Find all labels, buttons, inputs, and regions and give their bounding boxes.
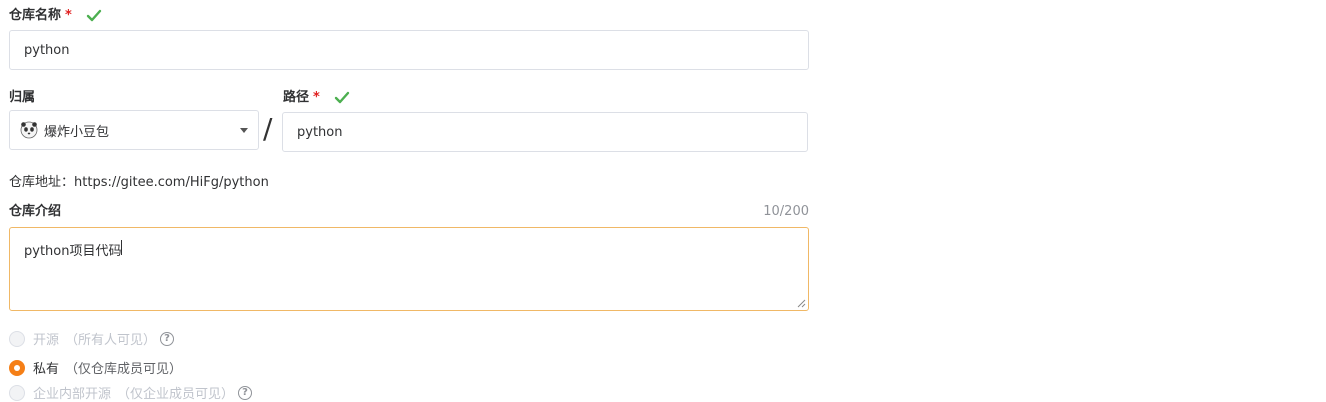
owner-value: 爆炸小豆包 — [44, 124, 110, 140]
option-note: （所有人可见） — [65, 333, 157, 348]
repo-name-label: 仓库名称 — [9, 8, 62, 23]
path-label-row: 路径 * — [283, 90, 350, 106]
option-label: 私有 — [33, 362, 60, 377]
radio-button-selected[interactable] — [9, 359, 25, 376]
help-icon[interactable]: ? — [238, 385, 253, 400]
path-value: python — [297, 124, 343, 140]
option-label: 开源 — [33, 333, 60, 348]
path-label: 路径 — [283, 90, 310, 105]
repo-address-label: 仓库地址： — [9, 175, 75, 190]
chevron-down-icon — [240, 128, 248, 133]
option-note: （仅企业成员可见） — [117, 387, 235, 402]
repo-name-label-row: 仓库名称 * — [9, 8, 102, 24]
path-separator: / — [263, 112, 273, 145]
option-note: （仅仓库成员可见） — [65, 362, 183, 377]
repo-name-input[interactable]: python — [9, 30, 809, 70]
description-label: 仓库介绍 — [9, 204, 62, 219]
repo-address-url: https://gitee.com/HiFg/python — [74, 175, 269, 190]
visibility-option-internal[interactable]: 企业内部开源 （仅企业成员可见） ? — [9, 383, 253, 402]
valid-check-icon — [335, 91, 350, 103]
owner-label: 归属 — [9, 90, 36, 105]
radio-button[interactable] — [9, 384, 25, 401]
required-mark: * — [313, 90, 320, 105]
radio-button[interactable] — [9, 330, 25, 347]
required-mark: * — [65, 8, 72, 23]
help-icon[interactable]: ? — [160, 331, 175, 346]
resize-handle-icon[interactable] — [796, 298, 806, 308]
repo-address: 仓库地址：https://gitee.com/HiFg/python — [9, 171, 269, 190]
panda-avatar-icon — [20, 121, 38, 139]
visibility-option-private[interactable]: 私有 （仅仓库成员可见） — [9, 358, 182, 377]
owner-select[interactable]: 爆炸小豆包 — [9, 110, 259, 150]
description-value: python项目代码 — [24, 244, 122, 259]
visibility-option-public[interactable]: 开源 （所有人可见） ? — [9, 329, 175, 348]
path-input[interactable]: python — [282, 112, 808, 152]
repo-name-value: python — [24, 42, 70, 58]
description-textarea[interactable]: python项目代码 — [9, 227, 809, 311]
valid-check-icon — [87, 9, 102, 21]
description-counter: 10/200 — [763, 204, 809, 219]
option-label: 企业内部开源 — [33, 387, 112, 402]
text-cursor — [121, 240, 123, 255]
